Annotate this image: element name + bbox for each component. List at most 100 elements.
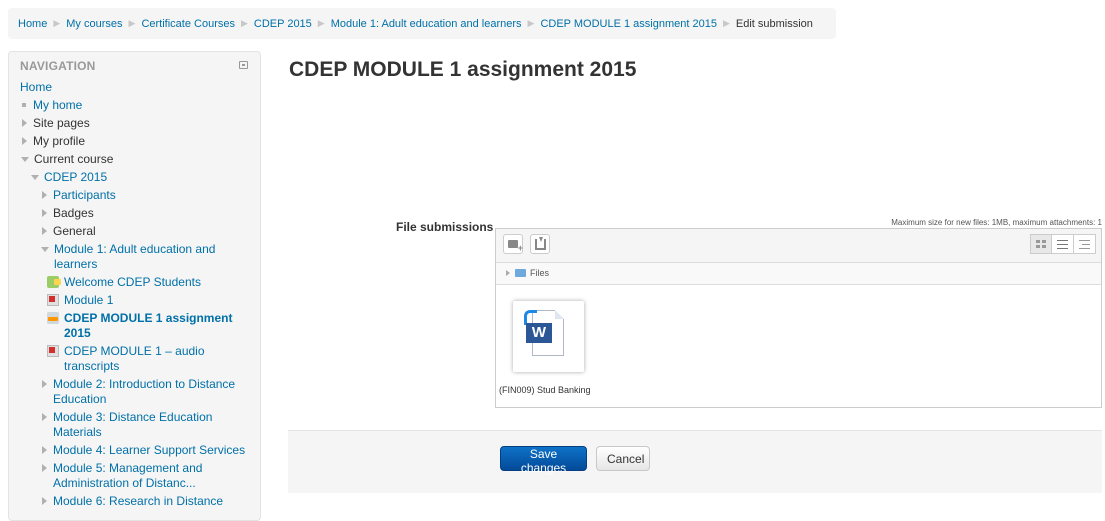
nav-item-label: Welcome CDEP Students bbox=[64, 275, 201, 289]
path-arrow-icon bbox=[506, 270, 510, 276]
breadcrumb-separator-icon: ▶ bbox=[53, 18, 61, 28]
file-name-continued: ... bbox=[499, 401, 507, 408]
file-area: W (FIN009) Stud Banking ... bbox=[496, 285, 1101, 408]
breadcrumb-separator-icon: ▶ bbox=[128, 18, 136, 28]
nav-item-label: My home bbox=[33, 98, 83, 112]
nav-item-current-course[interactable]: Current course bbox=[9, 152, 260, 167]
nav-item-site-pages[interactable]: Site pages bbox=[9, 116, 260, 131]
nav-item-label: Badges bbox=[53, 206, 94, 220]
nav-item-participants[interactable]: Participants bbox=[9, 188, 260, 203]
collapsed-arrow-icon bbox=[22, 119, 27, 127]
nav-item-label: Module 2: Introduction to Distance Educa… bbox=[53, 377, 236, 406]
nav-item-label: Home bbox=[20, 80, 53, 94]
nav-item-label: My profile bbox=[33, 134, 86, 148]
file-manager-toolbar bbox=[496, 229, 1101, 263]
collapsed-arrow-icon bbox=[42, 446, 47, 454]
form-buttons-bar: Save changes Cancel bbox=[288, 430, 1102, 493]
nav-item-label: CDEP 2015 bbox=[44, 170, 108, 184]
pdf-icon bbox=[47, 294, 59, 306]
breadcrumb: Home ▶ My courses ▶ Certificate Courses … bbox=[8, 8, 836, 39]
nav-item-label: Module 5: Management and Administration … bbox=[53, 461, 203, 490]
nav-item-label: General bbox=[53, 224, 96, 238]
nav-item-label: Module 1 bbox=[64, 293, 114, 307]
nav-item-course[interactable]: CDEP 2015 bbox=[9, 170, 260, 185]
navigation-header: NAVIGATION bbox=[9, 52, 260, 78]
nav-item-label: Current course bbox=[34, 152, 114, 166]
nav-item-label: CDEP MODULE 1 assignment 2015 bbox=[64, 311, 233, 340]
nav-item-module-1-file[interactable]: Module 1 bbox=[9, 293, 260, 308]
nav-item-label: CDEP MODULE 1 – audio transcripts bbox=[64, 344, 205, 373]
view-tree-button[interactable] bbox=[1074, 234, 1096, 254]
breadcrumb-module[interactable]: Module 1: Adult education and learners bbox=[331, 18, 522, 30]
breadcrumb-assignment[interactable]: CDEP MODULE 1 assignment 2015 bbox=[540, 18, 717, 30]
breadcrumb-current: Edit submission bbox=[735, 17, 813, 30]
path-label[interactable]: Files bbox=[530, 268, 549, 278]
nav-item-home[interactable]: Home bbox=[9, 80, 260, 95]
file-item[interactable]: W bbox=[513, 301, 584, 372]
expanded-arrow-icon bbox=[41, 247, 49, 252]
nav-item-label: Participants bbox=[53, 188, 116, 202]
file-name: (FIN009) Stud Banking bbox=[499, 385, 591, 395]
collapsed-arrow-icon bbox=[42, 497, 47, 505]
forum-icon bbox=[47, 276, 61, 288]
nav-item-label: Module 6: Research in Distance bbox=[53, 494, 224, 508]
expanded-arrow-icon bbox=[21, 157, 29, 162]
breadcrumb-home[interactable]: Home bbox=[18, 18, 47, 30]
collapsed-arrow-icon bbox=[42, 413, 47, 421]
collapsed-arrow-icon bbox=[42, 227, 47, 235]
view-details-button[interactable] bbox=[1052, 234, 1074, 254]
breadcrumb-separator-icon: ▶ bbox=[722, 18, 730, 28]
folder-plus-icon bbox=[508, 240, 523, 253]
nav-item-label: Module 4: Learner Support Services bbox=[53, 443, 246, 457]
collapsed-arrow-icon bbox=[42, 380, 47, 388]
collapsed-arrow-icon bbox=[42, 464, 47, 472]
nav-item-module-2[interactable]: Module 2: Introduction to Distance Educa… bbox=[9, 377, 252, 407]
nav-item-badges[interactable]: Badges bbox=[9, 206, 260, 221]
nav-item-module-1[interactable]: Module 1: Adult education and learners bbox=[9, 242, 241, 272]
download-all-button[interactable] bbox=[530, 234, 550, 254]
view-icons-button[interactable] bbox=[1030, 234, 1052, 254]
max-size-note: Maximum size for new files: 1MB, maximum… bbox=[891, 218, 1102, 227]
collapsed-arrow-icon bbox=[22, 137, 27, 145]
nav-item-label: Module 1: Adult education and learners bbox=[54, 242, 216, 271]
breadcrumb-separator-icon: ▶ bbox=[527, 18, 535, 28]
nav-item-audio-transcripts[interactable]: CDEP MODULE 1 – audio transcripts bbox=[9, 344, 217, 374]
navigation-tree: Home My home Site pages My profile Curre… bbox=[9, 80, 260, 512]
breadcrumb-separator-icon: ▶ bbox=[240, 18, 248, 28]
collapsed-arrow-icon bbox=[42, 209, 47, 217]
assignment-icon bbox=[47, 312, 59, 324]
cancel-button[interactable]: Cancel bbox=[596, 446, 650, 471]
folder-icon bbox=[515, 269, 526, 277]
add-file-button[interactable] bbox=[503, 234, 523, 254]
download-icon bbox=[535, 237, 546, 250]
file-path-bar: Files bbox=[496, 263, 1101, 285]
nav-item-label: Site pages bbox=[33, 116, 90, 130]
nav-item-module-4[interactable]: Module 4: Learner Support Services bbox=[9, 443, 257, 458]
view-mode-group bbox=[1030, 234, 1096, 254]
nav-item-module-5[interactable]: Module 5: Management and Administration … bbox=[9, 461, 242, 491]
expanded-arrow-icon bbox=[31, 175, 39, 180]
navigation-block: NAVIGATION Home My home Site pages My pr… bbox=[8, 51, 261, 521]
breadcrumb-certificate-courses[interactable]: Certificate Courses bbox=[141, 18, 235, 30]
breadcrumb-separator-icon: ▶ bbox=[317, 18, 325, 28]
breadcrumb-course[interactable]: CDEP 2015 bbox=[254, 18, 312, 30]
dock-block-icon[interactable] bbox=[239, 61, 248, 69]
nav-item-general[interactable]: General bbox=[9, 224, 260, 239]
breadcrumb-my-courses[interactable]: My courses bbox=[66, 18, 122, 30]
nav-item-my-profile[interactable]: My profile bbox=[9, 134, 260, 149]
word-document-icon: W bbox=[524, 310, 566, 358]
navigation-title: NAVIGATION bbox=[20, 59, 96, 73]
bullet-icon bbox=[22, 103, 26, 107]
nav-item-assignment[interactable]: CDEP MODULE 1 assignment 2015 bbox=[9, 311, 237, 341]
collapsed-arrow-icon bbox=[42, 191, 47, 199]
nav-item-module-6[interactable]: Module 6: Research in Distance bbox=[9, 494, 252, 509]
nav-item-label: Module 3: Distance Education Materials bbox=[53, 410, 213, 439]
page-title: CDEP MODULE 1 assignment 2015 bbox=[289, 58, 637, 81]
save-changes-button[interactable]: Save changes bbox=[500, 446, 587, 475]
file-submissions-label: File submissions bbox=[396, 220, 494, 234]
nav-item-my-home[interactable]: My home bbox=[9, 98, 260, 113]
file-manager: Files W (FIN009) Stud Banking ... bbox=[495, 228, 1102, 408]
pdf-icon bbox=[47, 345, 59, 357]
nav-item-module-3[interactable]: Module 3: Distance Education Materials bbox=[9, 410, 232, 440]
nav-item-welcome[interactable]: Welcome CDEP Students bbox=[9, 275, 260, 290]
